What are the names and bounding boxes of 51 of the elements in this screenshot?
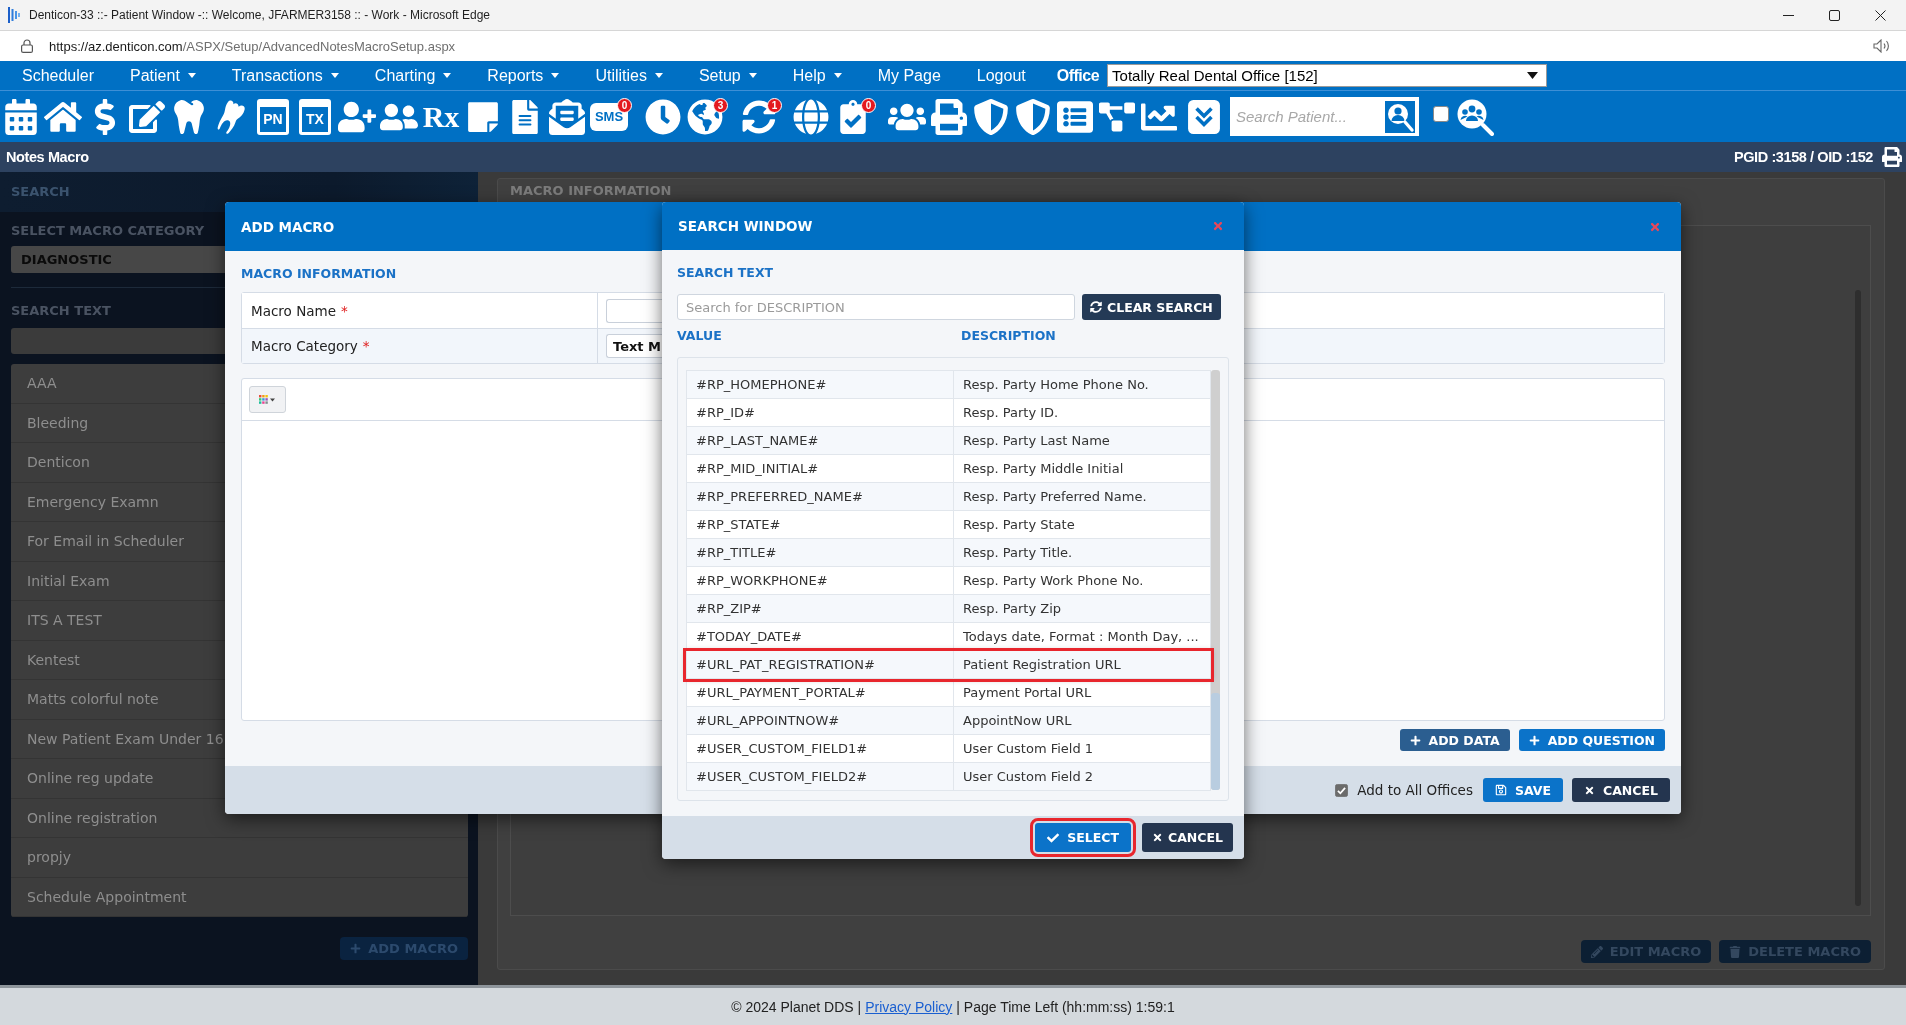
table-cell-text: Patient Registration URL: [962, 656, 1122, 674]
page-title: Notes Macro: [6, 149, 89, 165]
table-cell: #RP_STATE#: [687, 511, 954, 538]
table-cell-text: Resp. Party ID.: [962, 404, 1060, 422]
table-cell-text: Resp. Party Title.: [962, 544, 1074, 562]
table-cell: #USER_CUSTOM_FIELD2#: [687, 763, 954, 790]
timer-text: | Page Time Left (hh:mm:ss) 1:59:1: [956, 998, 1175, 1015]
field-label: SELECT MACRO CATEGORY: [11, 224, 205, 238]
section-title: MACRO INFORMATION: [241, 266, 397, 282]
count-badge: 3: [713, 97, 728, 113]
table-cell: #RP_TITLE#: [687, 539, 954, 566]
panel-title: MACRO INFORMATION: [510, 184, 672, 198]
table-cell: #RP_MID_INITIAL#: [687, 455, 954, 482]
table-cell-text: Resp. Party Middle Initial: [962, 460, 1125, 478]
table-cell: #URL_PAYMENT_PORTAL#: [687, 679, 954, 706]
dialog-title: ADD MACRO: [241, 218, 335, 235]
table-cell: #RP_PREFERRED_NAME#: [687, 483, 954, 510]
section-heading: SEARCH: [11, 185, 70, 199]
table-cell: #USER_CUSTOM_FIELD1#: [687, 735, 954, 762]
table-cell: #RP_WORKPHONE#: [687, 567, 954, 594]
column-header: DESCRIPTION: [961, 328, 1056, 344]
checkbox-label: Add to All Offices: [1357, 782, 1473, 798]
table-cell: #RP_HOMEPHONE#: [687, 371, 954, 398]
table-cell-text: AppointNow URL: [962, 712, 1073, 730]
table-cell-text: Resp. Party Work Phone No.: [962, 572, 1145, 590]
dialog-title: SEARCH WINDOW: [678, 218, 813, 234]
count-badge: 0: [861, 97, 876, 113]
window-title: Denticon-33 ::- Patient Window -:: Welcome, JFARMER3158 :: - Work - Microsoft Edge: [29, 8, 491, 22]
table-cell-text: Resp. Party Preferred Name.: [962, 488, 1148, 506]
section-title: SEARCH TEXT: [677, 265, 774, 281]
table-cell-text: Resp. Party Last Name: [962, 432, 1111, 450]
table-cell-text: Resp. Party Zip: [962, 600, 1062, 618]
table-cell-text: Todays date, Format : Month Day, ...: [962, 628, 1200, 646]
table-cell: #URL_PAT_REGISTRATION#: [687, 651, 954, 678]
table-cell: #URL_APPOINTNOW#: [687, 707, 954, 734]
copyright-text: © 2024 Planet DDS |: [731, 998, 862, 1015]
field-label: Macro Category *: [242, 329, 598, 363]
column-header: VALUE: [677, 328, 723, 344]
table-cell: #RP_ZIP#: [687, 595, 954, 622]
table-cell-text: Payment Portal URL: [962, 684, 1093, 702]
count-badge: 1: [767, 97, 782, 113]
table-cell-text: Resp. Party Home Phone No.: [962, 376, 1150, 394]
ids-text: PGID :3158 / OID :152: [1733, 149, 1873, 165]
office-label: Office: [1056, 66, 1100, 85]
table-cell-text: User Custom Field 1: [962, 740, 1095, 758]
table-cell: #RP_ID#: [687, 399, 954, 426]
table-cell-text: User Custom Field 2: [962, 768, 1095, 786]
table-cell-text: Resp. Party State: [962, 516, 1076, 534]
field-label: SEARCH TEXT: [11, 304, 111, 318]
table-cell: #RP_LAST_NAME#: [687, 427, 954, 454]
count-badge: 0: [617, 97, 632, 113]
